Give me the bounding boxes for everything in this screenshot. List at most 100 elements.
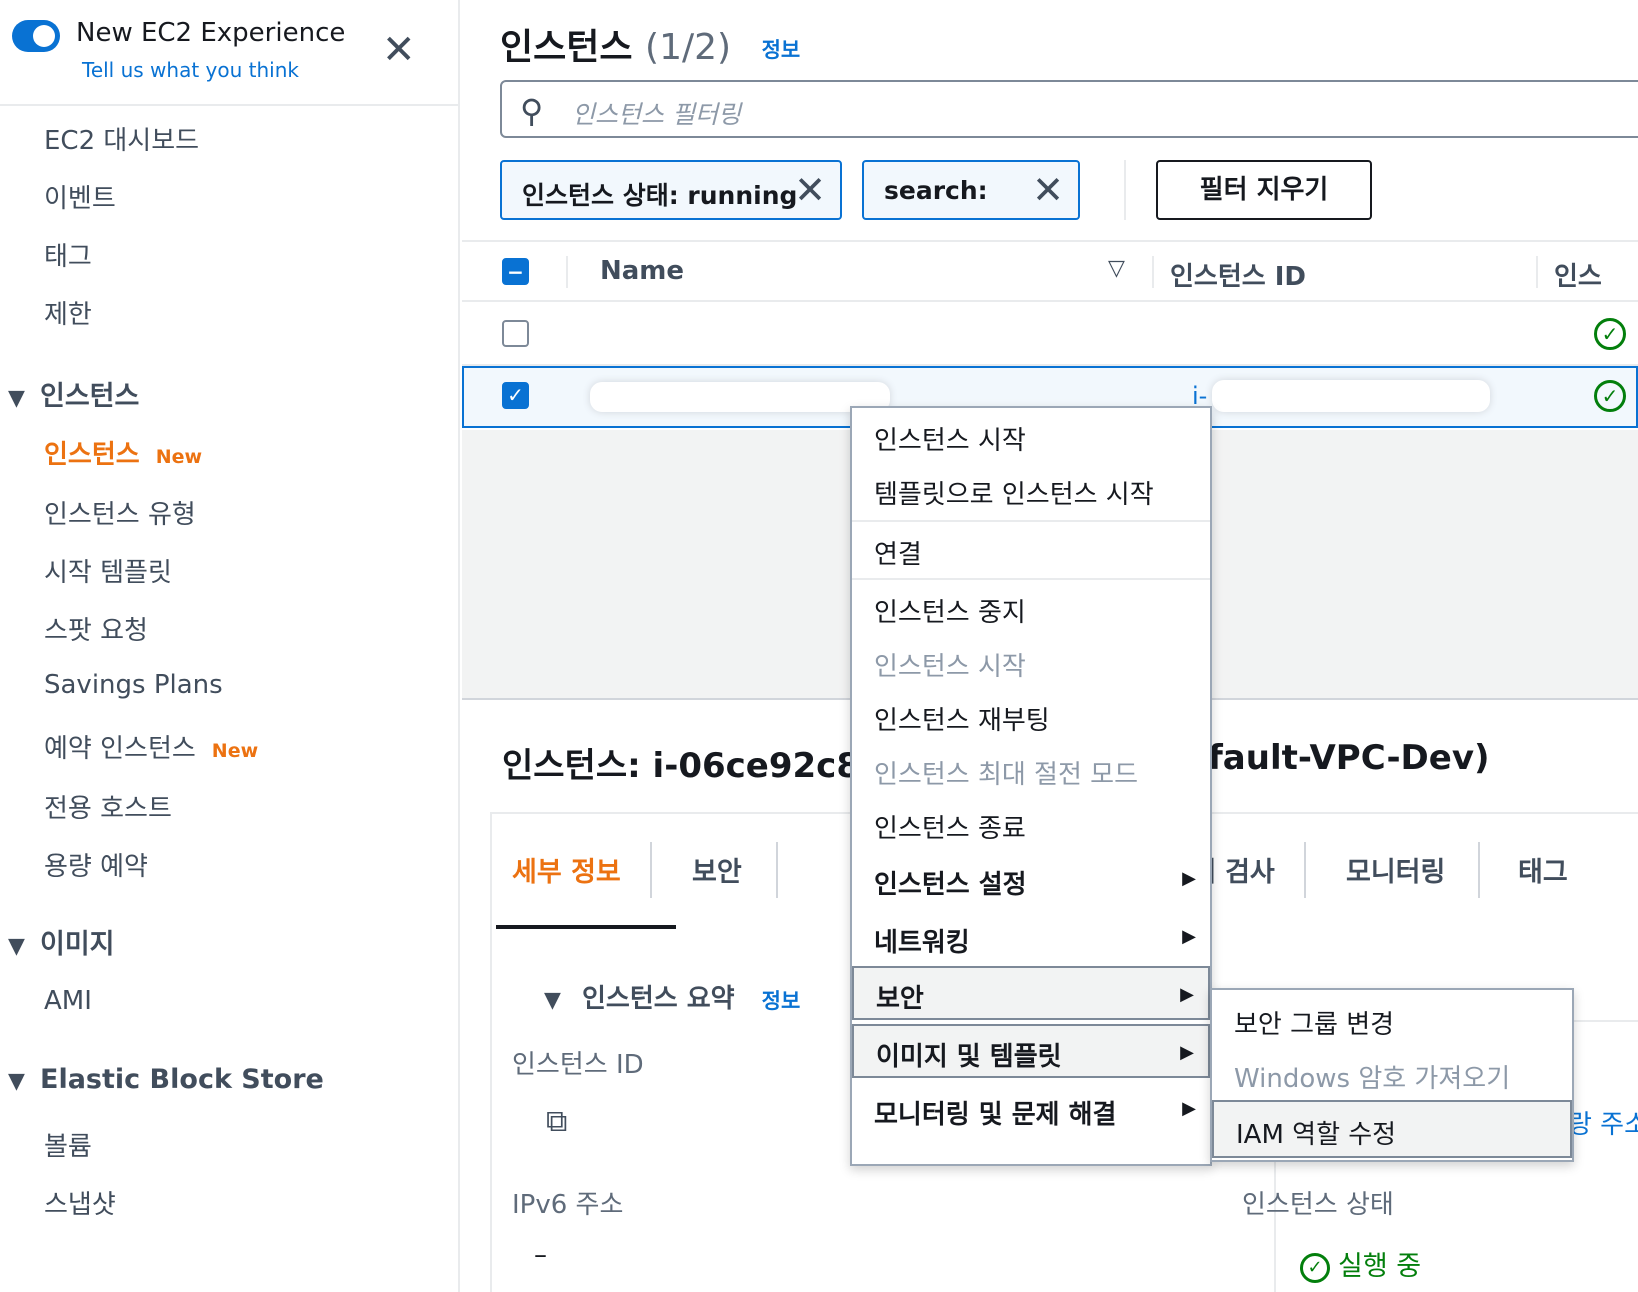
column-header-name[interactable]: Name	[600, 256, 684, 286]
menu-item-connect[interactable]: 연결	[852, 522, 1210, 578]
address-link[interactable]: 랑 주소	[1568, 1104, 1638, 1141]
menu-item-launch-instance[interactable]: 인스턴스 시작	[852, 408, 1210, 464]
sidebar-item-savings-plans[interactable]: Savings Plans	[44, 670, 223, 700]
menu-item-label: 인스턴스 설정	[874, 870, 1027, 900]
menu-item-security[interactable]: 보안 ▶	[852, 966, 1210, 1020]
instance-actions-menu: 인스턴스 시작 템플릿으로 인스턴스 시작 연결 인스턴스 중지 인스턴스 시작…	[850, 406, 1212, 1166]
select-all-checkbox[interactable]: −	[502, 258, 529, 285]
menu-item-monitor-troubleshoot[interactable]: 모니터링 및 문제 해결 ▶	[852, 1082, 1210, 1138]
sidebar-section-ebs[interactable]: ▼ Elastic Block Store	[8, 1064, 324, 1095]
instance-id-label: 인스턴스 ID	[512, 1050, 644, 1080]
new-experience-toggle[interactable]	[12, 20, 60, 52]
tab-security[interactable]: 보안	[692, 850, 742, 889]
menu-item-terminate-instance[interactable]: 인스턴스 종료	[852, 796, 1210, 852]
search-input[interactable]: ⚲ 인스턴스 필터링	[500, 80, 1638, 138]
filter-token-state[interactable]: 인스턴스 상태: running ✕	[500, 160, 842, 220]
menu-item-stop-instance[interactable]: 인스턴스 중지	[852, 580, 1210, 636]
sidebar-item-instances[interactable]: 인스턴스 New	[44, 434, 202, 471]
sidebar-item-instance-types[interactable]: 인스턴스 유형	[44, 494, 196, 531]
sidebar-item-snapshots[interactable]: 스냅샷	[44, 1184, 116, 1221]
sidebar-item-volumes[interactable]: 볼륨	[44, 1126, 92, 1163]
info-link[interactable]: 정보	[762, 38, 801, 62]
sidebar-section-images[interactable]: ▼ 이미지	[8, 922, 115, 961]
menu-item-instance-settings[interactable]: 인스턴스 설정 ▶	[852, 852, 1210, 908]
status-ok-icon: ✓	[1300, 1252, 1330, 1283]
table-row[interactable]: ✓	[462, 304, 1638, 366]
section-title: 이미지	[40, 929, 115, 960]
sidebar-item-launch-templates[interactable]: 시작 템플릿	[44, 552, 172, 589]
column-header-instance-state[interactable]: 인스	[1554, 256, 1602, 293]
caret-down-icon: ▼	[8, 1069, 25, 1094]
info-link[interactable]: 정보	[762, 989, 801, 1013]
caret-down-icon: ▼	[8, 386, 25, 411]
tab-monitoring[interactable]: 모니터링	[1346, 850, 1445, 889]
status-ok-icon: ✓	[1594, 318, 1626, 350]
submenu-arrow-icon: ▶	[1180, 1042, 1194, 1063]
page-title-text: 인스턴스	[500, 27, 633, 68]
security-submenu: 보안 그룹 변경 Windows 암호 가져오기 IAM 역할 수정	[1210, 988, 1574, 1162]
column-divider	[1536, 256, 1538, 288]
remove-filter-icon[interactable]: ✕	[1032, 168, 1064, 212]
tab-divider	[776, 842, 778, 898]
tab-tags[interactable]: 태그	[1518, 850, 1568, 889]
filter-token-search[interactable]: search: ✕	[862, 160, 1080, 220]
tab-divider	[1304, 842, 1306, 898]
tab-divider	[650, 842, 652, 898]
submenu-arrow-icon: ▶	[1182, 926, 1196, 947]
instance-summary-header[interactable]: ▼ 인스턴스 요약 정보	[544, 978, 800, 1015]
sidebar-item-limits[interactable]: 제한	[44, 294, 92, 331]
sidebar: New EC2 Experience Tell us what you thin…	[0, 0, 460, 1292]
sidebar-item-tags[interactable]: 태그	[44, 236, 92, 273]
active-tab-indicator	[496, 925, 676, 929]
instance-state-label: 인스턴스 상태	[1242, 1190, 1394, 1220]
sidebar-item-spot-requests[interactable]: 스팟 요청	[44, 610, 148, 647]
sidebar-item-ec2-dashboard[interactable]: EC2 대시보드	[44, 120, 199, 157]
section-title: 인스턴스	[40, 381, 140, 412]
menu-item-label: 이미지 및 템플릿	[876, 1042, 1062, 1072]
submenu-arrow-icon: ▶	[1180, 984, 1194, 1005]
menu-item-change-security-groups[interactable]: 보안 그룹 변경	[1212, 992, 1572, 1048]
instance-count: (1/2)	[645, 27, 732, 68]
sort-desc-icon[interactable]: ▽	[1108, 256, 1125, 281]
filter-token-label: 인스턴스 상태: running	[522, 181, 798, 210]
experience-title: New EC2 Experience	[76, 18, 346, 48]
submenu-arrow-icon: ▶	[1182, 1098, 1196, 1119]
new-badge: New	[155, 446, 203, 468]
sidebar-item-label: 인스턴스	[44, 440, 140, 470]
row-checkbox[interactable]	[502, 320, 529, 347]
status-ok-icon: ✓	[1594, 380, 1626, 412]
sidebar-item-capacity-reservations[interactable]: 용량 예약	[44, 846, 148, 883]
menu-item-start-instance: 인스턴스 시작	[874, 652, 1026, 682]
feedback-link[interactable]: Tell us what you think	[82, 58, 299, 82]
sidebar-item-events[interactable]: 이벤트	[44, 178, 116, 215]
menu-item-launch-from-template[interactable]: 템플릿으로 인스턴스 시작	[852, 462, 1210, 518]
menu-item-images-templates[interactable]: 이미지 및 템플릿 ▶	[852, 1024, 1210, 1078]
sidebar-item-ami[interactable]: AMI	[44, 986, 92, 1016]
menu-item-label: 보안	[876, 984, 924, 1014]
search-placeholder: 인스턴스 필터링	[572, 100, 741, 129]
close-icon[interactable]: ✕	[382, 30, 416, 70]
column-header-instance-id[interactable]: 인스턴스 ID	[1170, 256, 1306, 293]
state-text: 실행 중	[1338, 1251, 1422, 1282]
ipv6-value: –	[534, 1240, 547, 1270]
clear-filters-button[interactable]: 필터 지우기	[1156, 160, 1372, 220]
sidebar-item-label: 예약 인스턴스	[44, 734, 196, 764]
remove-filter-icon[interactable]: ✕	[794, 168, 826, 212]
row-checkbox[interactable]: ✓	[502, 382, 529, 409]
sidebar-section-instances[interactable]: ▼ 인스턴스	[8, 374, 139, 413]
menu-item-modify-iam-role[interactable]: IAM 역할 수정	[1212, 1100, 1572, 1158]
caret-down-icon: ▼	[544, 988, 561, 1013]
caret-down-icon: ▼	[8, 934, 25, 959]
sidebar-item-reserved-instances[interactable]: 예약 인스턴스 New	[44, 728, 258, 765]
page-title: 인스턴스 (1/2) 정보	[500, 18, 800, 70]
sidebar-divider	[0, 104, 460, 106]
menu-item-reboot-instance[interactable]: 인스턴스 재부팅	[852, 688, 1210, 744]
details-title: 인스턴스: i-06ce92c89	[502, 746, 884, 786]
copy-icon[interactable]: ⧉	[546, 1104, 567, 1139]
menu-item-hibernate-instance: 인스턴스 최대 절전 모드	[874, 760, 1138, 790]
ipv6-label: IPv6 주소	[512, 1190, 624, 1220]
sidebar-item-dedicated-hosts[interactable]: 전용 호스트	[44, 788, 172, 825]
details-title-suffix: fault-VPC-Dev)	[1208, 738, 1490, 778]
tab-details[interactable]: 세부 정보	[512, 850, 621, 889]
menu-item-networking[interactable]: 네트워킹 ▶	[852, 910, 1210, 966]
